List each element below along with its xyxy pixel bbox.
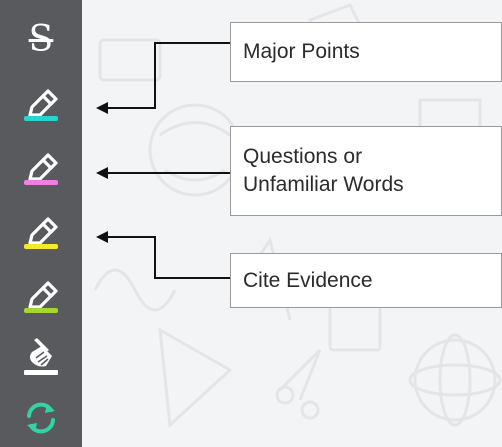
cite-evidence-callout: Cite Evidence — [230, 253, 502, 308]
major-points-callout: Major Points — [230, 22, 502, 82]
strikethrough-button[interactable]: S — [0, 16, 82, 64]
strikethrough-icon: S — [28, 19, 54, 60]
highlighter-cyan-button[interactable] — [0, 78, 82, 126]
highlighter-icon — [24, 217, 58, 249]
reset-button[interactable] — [0, 394, 82, 442]
highlighter-pink-button[interactable] — [0, 142, 82, 190]
eraser-button[interactable] — [0, 332, 82, 380]
highlighter-yellow-button[interactable] — [0, 206, 82, 254]
highlighter-icon — [24, 281, 58, 313]
annotation-toolbar: S — [0, 0, 82, 447]
arrow-major-points — [96, 102, 108, 114]
highlighter-icon — [24, 153, 58, 185]
questions-callout: Questions or Unfamiliar Words — [230, 126, 502, 216]
eraser-broom-icon — [24, 338, 58, 375]
major-points-label: Major Points — [243, 40, 360, 63]
arrow-cite-evidence — [96, 231, 108, 243]
arrow-questions — [96, 167, 108, 179]
highlighter-green-button[interactable] — [0, 270, 82, 318]
highlighter-icon — [24, 89, 58, 121]
cite-evidence-label: Cite Evidence — [243, 268, 373, 292]
questions-label-line2: Unfamiliar Words — [243, 173, 404, 196]
refresh-icon — [27, 402, 55, 434]
questions-label-line1: Questions or — [243, 145, 363, 168]
